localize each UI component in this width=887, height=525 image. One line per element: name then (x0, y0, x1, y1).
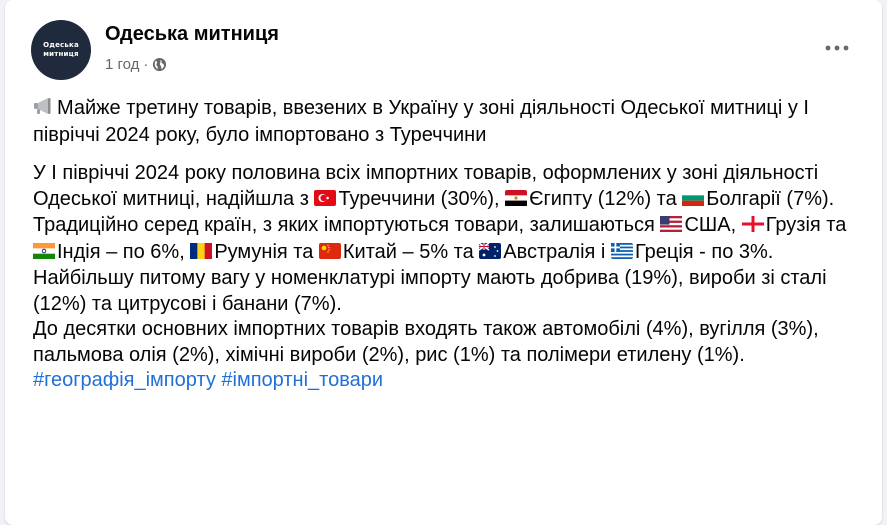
greece-flag-icon (610, 241, 633, 267)
text-india: Індія – по 6%, (57, 240, 191, 263)
text-s3: Найбільшу питому вагу у номенклатурі імп… (33, 267, 827, 315)
megaphone-icon (33, 97, 55, 123)
georgia-flag-icon (741, 214, 764, 240)
post-text: У І півріччі 2024 року половина всіх імп… (33, 161, 868, 394)
globe-icon[interactable] (152, 57, 167, 72)
text-china: Китай – 5% та (342, 240, 480, 263)
text-usa: США, (684, 214, 742, 236)
text-turkey: Туреччини (30%), (338, 187, 506, 210)
usa-flag-icon (660, 214, 683, 240)
meta-separator: · (143, 56, 149, 73)
hashtag-link[interactable]: #географія_імпорту (33, 369, 216, 391)
egypt-flag-icon (505, 188, 528, 214)
text-s2: Традиційно серед країн, з яких імпортуют… (33, 214, 661, 236)
text-s4: До десятки основних імпортних товарів вх… (33, 318, 819, 366)
text-greece: Греція - по 3%. (634, 240, 774, 263)
avatar[interactable]: Одеська митниця (31, 20, 91, 80)
more-options-icon[interactable] (819, 36, 855, 60)
avatar-text-line1: Одеська (43, 41, 79, 49)
china-flag-icon (318, 241, 341, 267)
text-bulgaria: Болгарії (7%). (706, 187, 835, 210)
text-romania: Румунія та (214, 240, 319, 263)
post-meta: 1 год · (105, 56, 167, 73)
text-georgia: Грузія та (765, 214, 847, 236)
post-card: Одеська митниця Одеська митниця 1 год · … (5, 0, 882, 525)
post-time[interactable]: 1 год (105, 56, 139, 73)
romania-flag-icon (190, 241, 213, 267)
australia-flag-icon (478, 241, 502, 267)
bulgaria-flag-icon (682, 188, 705, 214)
avatar-text-line2: митниця (43, 50, 79, 58)
india-flag-icon (33, 241, 55, 267)
post-headline: Майже третину товарів, ввезених в Україн… (33, 96, 868, 148)
author-name[interactable]: Одеська митниця (105, 23, 279, 46)
text-australia: Австралія і (503, 240, 611, 263)
text-egypt: Єгипту (12%) та (529, 187, 683, 210)
hashtag-link[interactable]: #імпортні_товари (221, 369, 383, 391)
turkey-flag-icon (314, 188, 337, 214)
headline-text: Майже третину товарів, ввезених в Україн… (33, 97, 809, 146)
post-body: Майже третину товарів, ввезених в Україн… (33, 96, 868, 394)
